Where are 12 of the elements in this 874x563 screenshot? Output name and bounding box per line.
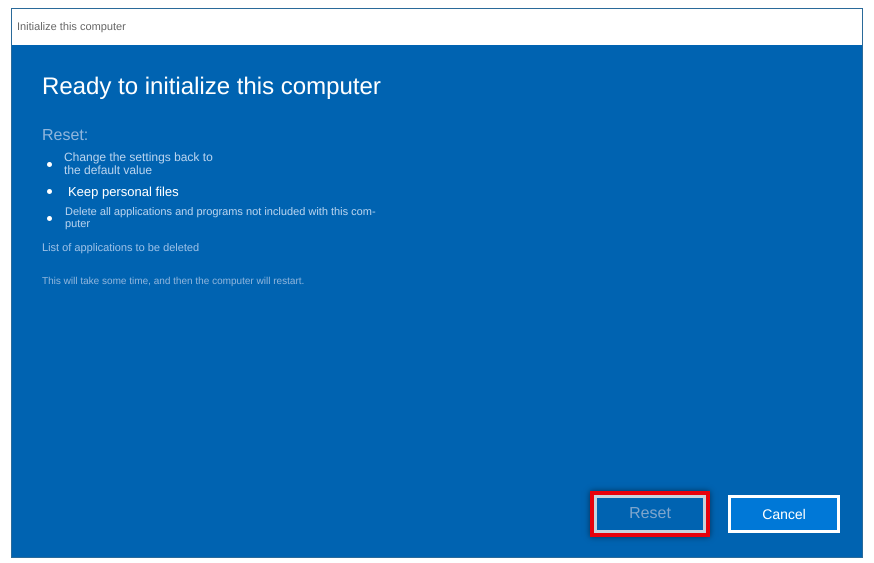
bullet-dot-icon (47, 216, 52, 220)
bullet-dot-icon (47, 162, 52, 166)
section-label: Reset: (42, 127, 90, 145)
applications-list-link[interactable]: List of applications to be deleted (42, 242, 200, 254)
bullet-text: Change the settings back to the default value (64, 151, 213, 177)
dialog-heading: Ready to initialize this computer (42, 73, 382, 101)
window-title: Initialize this computer (17, 21, 126, 33)
bullet-dot-icon (47, 189, 52, 194)
dialog-button[interactable]: Cancel (728, 495, 840, 533)
restart-note: This will take some time, and then the computer will restart. (42, 276, 306, 287)
bullet-text: Keep personal files (68, 185, 179, 198)
bullet-text: Delete all applications and programs not included with this com- puter (65, 206, 376, 230)
